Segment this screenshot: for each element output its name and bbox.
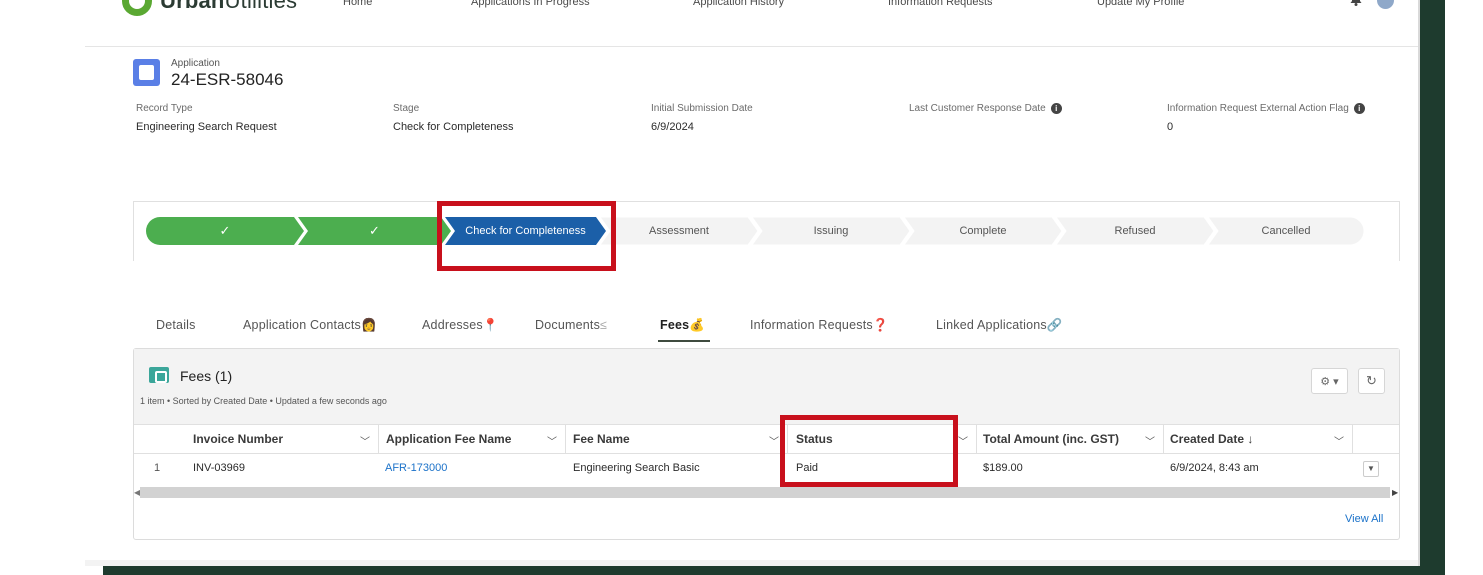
link-application-fee-name[interactable]: AFR-173000 <box>385 457 447 479</box>
path-step-assessment[interactable]: Assessment <box>600 217 758 245</box>
tab-details[interactable]: Details <box>156 318 196 332</box>
column-header-fee-name[interactable]: Fee Name ﹀ <box>566 425 788 453</box>
window-frame-right <box>1420 0 1445 575</box>
path-step-complete-label: Complete <box>959 225 1007 237</box>
field-value-initial-submission-date: 6/9/2024 <box>651 121 694 133</box>
nav-home[interactable]: Home <box>343 0 372 8</box>
record-title: 24-ESR-58046 <box>171 70 284 89</box>
window-frame-bottom <box>103 566 1443 575</box>
cell-created-date: 6/9/2024, 8:43 am <box>1170 462 1259 474</box>
question-icon: ❓ <box>872 318 889 332</box>
path-step-complete[interactable]: Complete <box>904 217 1062 245</box>
nav-information-requests[interactable]: Information Requests <box>888 0 993 8</box>
column-header-created-date[interactable]: Created Date ↓ ﹀ <box>1164 425 1353 453</box>
chevron-down-icon[interactable]: ﹀ <box>547 433 557 448</box>
refresh-button[interactable]: ↻ <box>1358 368 1385 394</box>
logo-mark-icon <box>122 0 152 16</box>
horizontal-scrollbar[interactable] <box>140 487 1390 498</box>
documents-icon: ≤ <box>600 318 608 332</box>
pin-icon: 📍 <box>482 318 499 332</box>
path-step-refused[interactable]: Refused <box>1056 217 1214 245</box>
info-icon[interactable]: i <box>1353 103 1365 114</box>
path-step-1[interactable]: ✓ <box>146 217 304 245</box>
path-step-refused-label: Refused <box>1114 225 1156 237</box>
path-step-issuing[interactable]: Issuing <box>752 217 910 245</box>
fees-list-title[interactable]: Fees (1) <box>180 368 232 384</box>
brand-logo[interactable]: UrbanUtilities <box>122 0 297 16</box>
path-step-2-label: ✓ <box>369 223 380 238</box>
fees-list-subtitle: 1 item • Sorted by Created Date • Update… <box>140 396 387 406</box>
chevron-down-icon[interactable]: ﹀ <box>958 433 968 448</box>
field-value-info-request-flag: 0 <box>1167 121 1174 133</box>
chevron-down-icon[interactable]: ﹀ <box>769 433 779 448</box>
column-header-total-amount[interactable]: Total Amount (inc. GST) ﹀ <box>977 425 1164 453</box>
row-actions-dropdown[interactable]: ▼ <box>1363 461 1379 477</box>
field-label-record-type: Record Type <box>136 103 193 114</box>
tab-documents[interactable]: Documents≤ <box>535 318 607 332</box>
tab-fees[interactable]: Fees💰 <box>660 318 705 333</box>
nav-application-history[interactable]: Application History <box>693 0 784 8</box>
chevron-down-icon[interactable]: ﹀ <box>1145 433 1155 448</box>
application-record-icon <box>133 59 160 86</box>
field-value-record-type: Engineering Search Request <box>136 121 277 133</box>
view-all-link[interactable]: View All <box>1345 513 1383 525</box>
tab-information-requests[interactable]: Information Requests❓ <box>750 318 889 333</box>
link-icon: 🔗 <box>1046 318 1063 332</box>
top-navigation-bar: UrbanUtilities Home Applications In Prog… <box>85 0 1418 47</box>
chevron-down-icon[interactable]: ﹀ <box>1334 433 1344 448</box>
field-label-initial-submission-date: Initial Submission Date <box>651 103 753 114</box>
path-step-cancelled[interactable]: Cancelled <box>1208 217 1364 245</box>
active-tab-indicator <box>658 340 710 342</box>
field-label-stage: Stage <box>393 103 420 114</box>
brand-name: UrbanUtilities <box>160 0 298 13</box>
field-label-info-request-flag: Information Request External Action Flag… <box>1167 103 1365 114</box>
tab-application-contacts[interactable]: Application Contacts👩 <box>243 318 377 333</box>
tab-addresses[interactable]: Addresses📍 <box>422 318 499 333</box>
contacts-icon: 👩 <box>360 318 377 332</box>
row-number-column <box>134 425 184 453</box>
nav-update-my-profile[interactable]: Update My Profile <box>1097 0 1184 8</box>
money-bag-icon: 💰 <box>689 318 706 332</box>
fees-related-list: Fees (1) 1 item • Sorted by Created Date… <box>133 348 1400 540</box>
scroll-right-arrow-icon[interactable]: ▶ <box>1392 488 1398 497</box>
row-number: 1 <box>154 462 161 474</box>
path-step-cancelled-label: Cancelled <box>1261 225 1311 237</box>
cell-fee-name: Engineering Search Basic <box>573 462 700 474</box>
list-settings-button[interactable]: ⚙ ▾ <box>1311 368 1348 394</box>
path-step-current-label: Check for Completeness <box>465 225 586 237</box>
column-header-application-fee-name[interactable]: Application Fee Name ﹀ <box>379 425 566 453</box>
fees-list-header: Fees (1) 1 item • Sorted by Created Date… <box>134 349 1399 425</box>
highlight-status-column <box>780 415 958 487</box>
path-step-2[interactable]: ✓ <box>298 217 451 245</box>
info-icon[interactable]: i <box>1050 103 1062 114</box>
cell-invoice-number: INV-03969 <box>193 462 245 474</box>
path-step-1-label: ✓ <box>219 223 231 238</box>
tab-linked-applications[interactable]: Linked Applications🔗 <box>936 318 1063 333</box>
nav-applications-in-progress[interactable]: Applications In Progress <box>471 0 590 8</box>
field-value-stage: Check for Completeness <box>393 121 514 133</box>
field-label-last-customer-response: Last Customer Response Date i <box>909 103 1062 114</box>
header-divider <box>134 453 1399 454</box>
fees-object-icon <box>149 367 169 383</box>
cell-total-amount: $189.00 <box>983 462 1023 474</box>
column-header-invoice-number[interactable]: Invoice Number ﹀ <box>184 425 379 453</box>
record-object-label: Application <box>171 58 220 69</box>
bell-icon[interactable] <box>1349 0 1363 6</box>
stage-path: ✓ ✓ Check for Completeness Assessment Is… <box>146 217 1364 245</box>
chevron-down-icon[interactable]: ﹀ <box>360 433 370 448</box>
user-avatar-icon[interactable] <box>1377 0 1394 9</box>
path-step-issuing-label: Issuing <box>813 225 849 237</box>
path-step-assessment-label: Assessment <box>649 225 709 237</box>
